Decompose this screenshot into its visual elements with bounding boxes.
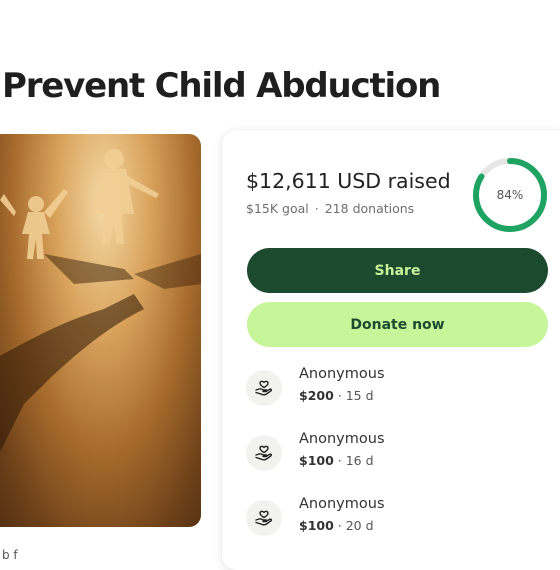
donor-meta: $200 · 15 d — [299, 388, 374, 403]
donor-list-item: Anonymous $200 · 15 d — [246, 366, 546, 410]
campaign-photo[interactable] — [0, 134, 201, 527]
donor-name: Anonymous — [299, 431, 385, 447]
donor-name: Anonymous — [299, 496, 385, 512]
donor-name: Anonymous — [299, 366, 385, 382]
progress-percent: 84% — [496, 188, 524, 202]
donation-count: 218 donations — [324, 201, 415, 216]
donation-amount: $100 — [299, 453, 334, 468]
heart-in-hand-icon — [246, 500, 282, 536]
donor-list-item: Anonymous $100 · 20 d — [246, 496, 546, 540]
amount-raised: $12,611 USD raised — [246, 169, 451, 193]
goal-amount: $15K goal — [246, 201, 309, 216]
progress-ring: 84% — [471, 156, 549, 234]
donation-age: · 16 d — [337, 453, 374, 468]
donor-meta: $100 · 20 d — [299, 518, 374, 533]
paper-family-illustration — [0, 149, 201, 452]
page-title: Prevent Child Abduction — [2, 66, 441, 106]
heart-in-hand-icon — [246, 435, 282, 471]
heart-in-hand-icon — [246, 370, 282, 406]
donor-meta: $100 · 16 d — [299, 453, 374, 468]
donation-amount: $100 — [299, 518, 334, 533]
donate-now-button[interactable]: Donate now — [247, 302, 548, 347]
donation-age: · 20 d — [337, 518, 374, 533]
goal-summary: $15K goal · 218 donations — [246, 201, 414, 216]
donor-list-item: Anonymous $100 · 16 d — [246, 431, 546, 475]
donation-card: $12,611 USD raised $15K goal · 218 donatio… — [222, 130, 560, 570]
donation-amount: $200 — [299, 388, 334, 403]
separator-dot: · — [314, 201, 319, 216]
donation-age: · 15 d — [337, 388, 374, 403]
share-button[interactable]: Share — [247, 248, 548, 293]
